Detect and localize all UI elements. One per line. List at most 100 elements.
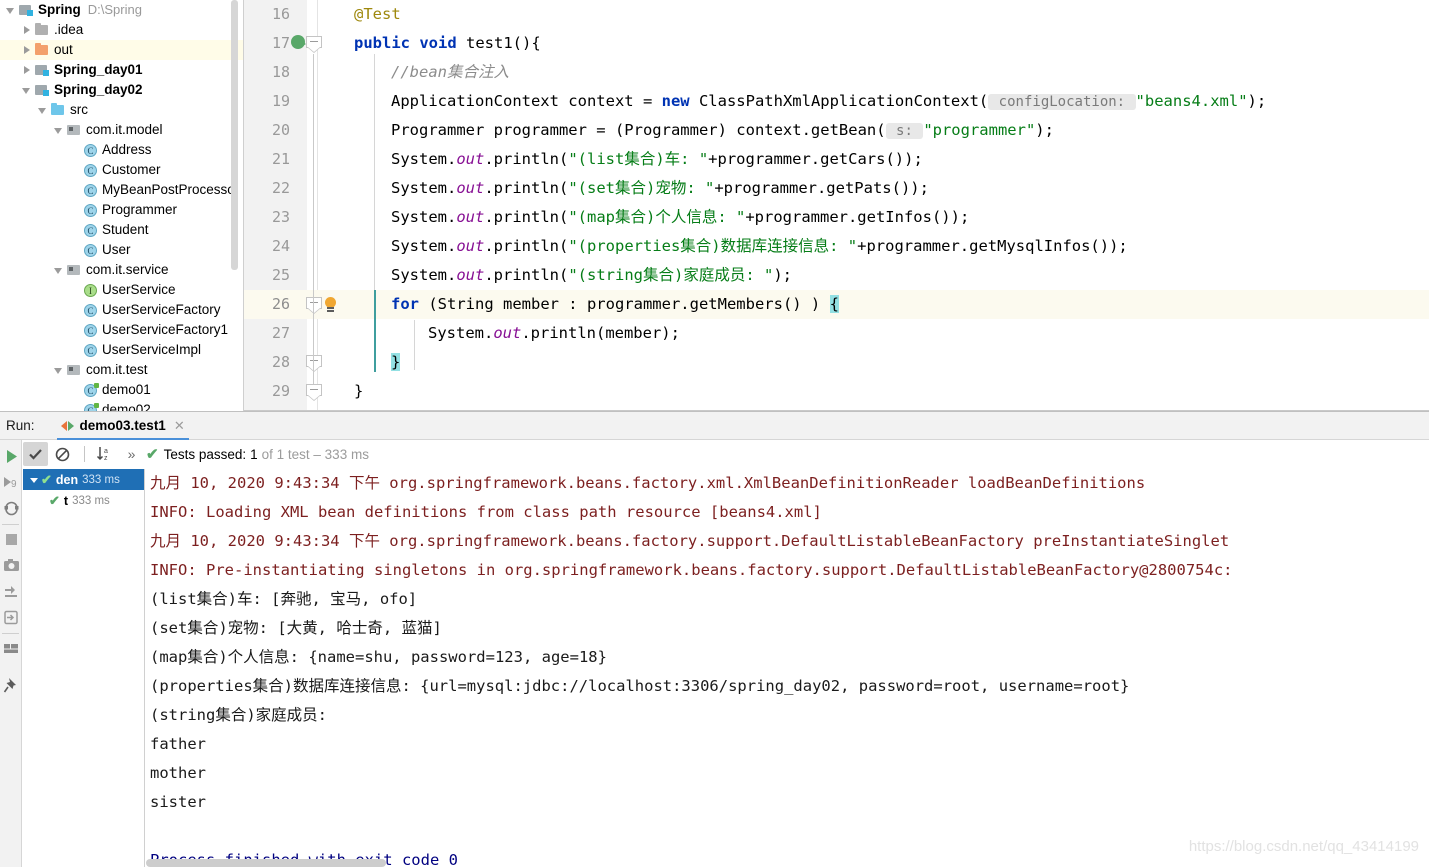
code-line[interactable]: 16 @Test — [244, 0, 1429, 29]
tree-item-userservicefactory1[interactable]: C UserServiceFactory1 — [0, 320, 244, 340]
run-tab-demo03-test1[interactable]: demo03.test1 ✕ — [56, 412, 189, 440]
more-options-button[interactable]: » — [119, 442, 144, 466]
tree-item-com-it-test[interactable]: com.it.test — [0, 360, 244, 380]
token-fld: out — [456, 266, 485, 284]
tree-item-spring[interactable]: Spring D:\Spring — [0, 0, 244, 20]
test-class-icon: C — [81, 400, 99, 411]
chevron-down-icon[interactable] — [54, 260, 65, 280]
code-line[interactable]: 17 public void test1(){ — [244, 29, 1429, 58]
code-line[interactable]: 22 System.out.println("(set集合)宠物: "+progr… — [244, 174, 1429, 203]
token-plain: .println( — [484, 266, 569, 284]
tree-item-mybeanpostprocesso[interactable]: C MyBeanPostProcesso — [0, 180, 244, 200]
export-icon[interactable] — [3, 583, 20, 600]
console-line: father — [150, 735, 206, 753]
tree-item-src[interactable]: src — [0, 100, 244, 120]
tree-item-label: demo01 — [102, 382, 151, 397]
close-icon[interactable]: ✕ — [174, 418, 185, 434]
test-tree-node[interactable]: ✔ den 333 ms — [23, 469, 144, 490]
fold-marker-for-end[interactable] — [306, 355, 322, 373]
stop-icon[interactable] — [3, 531, 20, 548]
sort-alphabetically-button[interactable]: a z — [92, 442, 117, 466]
code-line[interactable]: 23 System.out.println("(map集合)个人信息: "+pro… — [244, 203, 1429, 232]
tree-item-customer[interactable]: C Customer — [0, 160, 244, 180]
chevron-right-icon[interactable] — [22, 60, 33, 80]
tree-item-student[interactable]: C Student — [0, 220, 244, 240]
tree-item--idea[interactable]: .idea — [0, 20, 244, 40]
tree-item-spring_day01[interactable]: Spring_day01 — [0, 60, 244, 80]
code-line[interactable]: 18 //bean集合注入 — [244, 58, 1429, 87]
token-plain: .println(member); — [521, 324, 680, 342]
run-left-toolbar[interactable]: 9 — [0, 440, 22, 867]
project-tree-scrollbar[interactable] — [231, 0, 238, 270]
fold-marker-method[interactable] — [306, 36, 322, 54]
layout-icon[interactable] — [3, 640, 20, 657]
indent-guide-2 — [414, 320, 415, 370]
token-plain: +programmer.getCars()); — [708, 150, 923, 168]
line-content: System.out.println("(string集合)家庭成员: "); — [391, 261, 792, 290]
chevron-right-icon[interactable] — [22, 20, 33, 40]
test-results-tree[interactable]: ✔ den 333 ms ✔ t 333 ms — [23, 469, 145, 867]
code-editor[interactable]: 16 @Test 17 public void test1(){18 //bean集合注… — [244, 0, 1429, 411]
token-kw: void — [419, 34, 457, 52]
chevron-down-icon[interactable] — [54, 120, 65, 140]
chevron-down-icon[interactable] — [54, 360, 65, 380]
tree-item-programmer[interactable]: C Programmer — [0, 200, 244, 220]
no-chevron — [70, 240, 81, 260]
code-line[interactable]: 24 System.out.println("(properties集合)数据库连… — [244, 232, 1429, 261]
tree-item-address[interactable]: C Address — [0, 140, 244, 160]
console-horizontal-scrollbar[interactable] — [146, 859, 386, 867]
console-output[interactable]: 九月 10, 2020 9:43:34 下午 org.springframewo… — [146, 469, 1429, 867]
code-line[interactable]: 27 System.out.println(member); — [244, 319, 1429, 348]
run-tool-window[interactable]: Run: demo03.test1 ✕ 9 a z » ✔ Tests pass… — [0, 411, 1429, 867]
hide-ignored-button[interactable] — [50, 442, 75, 466]
rerun-failed-icon[interactable]: 9 — [3, 474, 20, 491]
chevron-right-icon[interactable] — [22, 40, 33, 60]
fold-marker-for-loop[interactable] — [306, 297, 322, 315]
tree-item-user[interactable]: C User — [0, 240, 244, 260]
tree-item-demo02[interactable]: Cdemo02 — [0, 400, 244, 411]
code-lines[interactable]: 16 @Test 17 public void test1(){18 //bean集合注… — [244, 0, 1429, 411]
fold-marker-method-end[interactable] — [306, 384, 322, 402]
token-plain: .println( — [484, 150, 569, 168]
tree-item-userservice[interactable]: I UserService — [0, 280, 244, 300]
project-tool-window[interactable]: Spring D:\Spring .idea out Spring_day01 Sprin… — [0, 0, 244, 411]
tree-item-com-it-model[interactable]: com.it.model — [0, 120, 244, 140]
toggle-auto-test-icon[interactable] — [3, 500, 20, 517]
test-node-duration: 333 ms — [72, 494, 110, 507]
tree-item-com-it-service[interactable]: com.it.service — [0, 260, 244, 280]
chevron-down-icon[interactable] — [38, 100, 49, 120]
code-line[interactable]: 21 System.out.println("(list集合)车: "+progr… — [244, 145, 1429, 174]
screenshot-icon[interactable] — [3, 557, 20, 574]
chevron-down-icon[interactable] — [22, 80, 33, 100]
test-results-toolbar[interactable]: a z » ✔ Tests passed: 1 of 1 test – 333 … — [23, 440, 1429, 468]
pin-icon[interactable] — [3, 677, 20, 694]
code-line[interactable]: 26 for (String member : programmer.getMem… — [244, 290, 1429, 319]
code-line[interactable]: 19 ApplicationContext context = new Class… — [244, 87, 1429, 116]
code-line[interactable]: 28} — [244, 348, 1429, 377]
no-chevron — [70, 340, 81, 360]
tree-item-userservicefactory[interactable]: C UserServiceFactory — [0, 300, 244, 320]
code-line[interactable]: 29} — [244, 377, 1429, 406]
no-chevron — [70, 200, 81, 220]
svg-text:9: 9 — [11, 479, 17, 490]
line-content: System.out.println(member); — [428, 319, 680, 348]
test-node-label: den — [55, 472, 79, 487]
chevron-down-icon[interactable] — [6, 0, 17, 20]
tree-item-userserviceimpl[interactable]: C UserServiceImpl — [0, 340, 244, 360]
show-passed-button[interactable] — [23, 442, 48, 466]
rerun-icon[interactable] — [3, 448, 20, 465]
test-tree-node[interactable]: ✔ t 333 ms — [23, 490, 144, 511]
tree-item-out[interactable]: out — [0, 40, 244, 60]
code-line[interactable]: 20 Programmer programmer = (Programmer) c… — [244, 116, 1429, 145]
toolbar-separator — [84, 446, 85, 462]
import-icon[interactable] — [3, 609, 20, 626]
intention-bulb-icon[interactable] — [324, 297, 337, 313]
token-fld: out — [493, 324, 522, 342]
tree-item-spring_day02[interactable]: Spring_day02 — [0, 80, 244, 100]
chevron-down-icon[interactable] — [27, 469, 41, 490]
code-line[interactable]: 25 System.out.println("(string集合)家庭成员: ")… — [244, 261, 1429, 290]
tree-item-demo01[interactable]: Cdemo01 — [0, 380, 244, 400]
line-content: Programmer programmer = (Programmer) con… — [391, 116, 1054, 146]
token-plain: System. — [391, 179, 457, 197]
